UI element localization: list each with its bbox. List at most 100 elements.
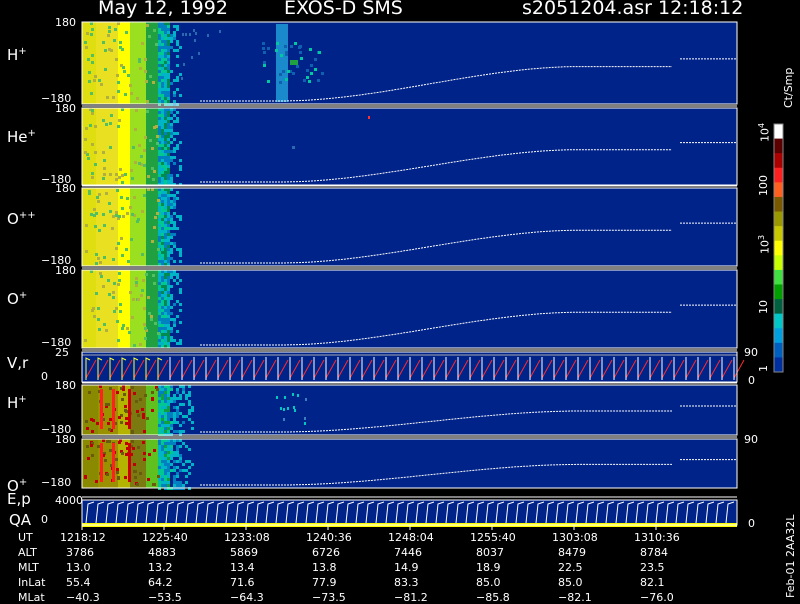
- ephemeris-value: 14.9: [394, 561, 419, 574]
- ephemeris-row-label: MLat: [18, 591, 45, 604]
- ephemeris-value: 8479: [558, 546, 586, 559]
- spectrogram-pixel: [167, 472, 170, 475]
- spectrogram-pixel: [161, 55, 164, 58]
- spectrogram-pixel: [170, 306, 173, 309]
- spectrogram-pixel: [188, 412, 191, 415]
- spectrogram-pixel: [161, 318, 164, 321]
- spectrogram-plot: [81, 21, 784, 530]
- spectrogram-pixel: [94, 75, 97, 78]
- spectrogram-pixel: [306, 69, 309, 72]
- spectrogram-pixel: [118, 119, 121, 122]
- spectrogram-pixel: [139, 67, 142, 70]
- spectrogram-pixel: [164, 64, 167, 67]
- spectrogram-pixel: [158, 129, 161, 132]
- spectrogram-pixel: [119, 46, 122, 49]
- spectrogram-pixel: [179, 481, 182, 484]
- spectrogram-pixel: [161, 330, 164, 333]
- spectrogram-pixel: [139, 343, 142, 346]
- spectrogram-pixel: [182, 463, 185, 466]
- spectrogram-pixel: [167, 469, 170, 472]
- spectrogram-pixel: [129, 291, 132, 294]
- spectrogram-pixel: [109, 122, 112, 125]
- spectrogram-pixel: [164, 481, 167, 484]
- spectrogram-pixel: [153, 29, 156, 32]
- spectrogram-pixel: [116, 471, 119, 474]
- spectrogram-pixel: [158, 88, 161, 91]
- spectrogram-pixel: [137, 446, 140, 449]
- spectrogram-pixel: [158, 315, 161, 318]
- spectrogram-pixel: [164, 162, 167, 165]
- spectrogram-pixel: [152, 274, 155, 277]
- panel-label-charge: +: [18, 290, 28, 301]
- spectrogram-pixel: [97, 257, 100, 260]
- spectrogram-pixel: [173, 162, 176, 165]
- spectrogram-pixel: [158, 484, 161, 487]
- spectrogram-pixel: [129, 206, 132, 209]
- spectrogram-pixel: [121, 398, 124, 401]
- colorbar-segment: [774, 124, 783, 140]
- spectrogram-pixel: [173, 318, 176, 321]
- spectrogram-pixel: [134, 128, 137, 131]
- spectrogram-pixel: [157, 199, 160, 202]
- spectrogram-pixel: [84, 138, 87, 141]
- spectrogram-pixel: [167, 242, 170, 245]
- spectrogram-pixel: [176, 300, 179, 303]
- spectrogram-pixel: [188, 460, 191, 463]
- spectrogram-pixel: [179, 291, 182, 294]
- spectrogram-pixel: [161, 472, 164, 475]
- spectrogram-pixel: [161, 85, 164, 88]
- spectrogram-pixel: [287, 407, 289, 410]
- spectrogram-pixel: [132, 146, 135, 149]
- y-tick-max: 180: [55, 102, 76, 115]
- spectrogram-pixel: [131, 177, 134, 180]
- spectrogram-pixel: [118, 215, 121, 218]
- spectrogram-pixel: [95, 253, 98, 256]
- spectrogram-pixel: [179, 342, 182, 345]
- spectrogram-pixel: [158, 76, 161, 79]
- spectrogram-pixel: [125, 248, 128, 251]
- spectrogram-pixel: [170, 318, 173, 321]
- spectrogram-pixel: [173, 227, 176, 230]
- spectrogram-pixel: [167, 312, 170, 315]
- spectrogram-pixel: [173, 394, 176, 397]
- spectrogram-pixel: [88, 391, 91, 394]
- spectrogram-pixel: [158, 79, 161, 82]
- spectrogram-pixel: [161, 475, 164, 478]
- spectrogram-pixel: [161, 315, 164, 318]
- spectrogram-pixel: [158, 64, 161, 67]
- spectrogram-pixel: [110, 114, 113, 117]
- spectrogram-pixel: [164, 165, 167, 168]
- spectrogram-pixel: [194, 39, 196, 42]
- spectrogram-pixel: [176, 421, 179, 424]
- spectrogram-pixel: [158, 34, 161, 37]
- ephemeris-value: 77.9: [312, 576, 337, 589]
- spectrogram-pixel: [158, 391, 161, 394]
- spectrogram-pixel: [191, 406, 194, 409]
- spectrogram-pixel: [115, 458, 118, 461]
- spectrogram-pixel: [176, 215, 179, 218]
- spectrogram-pixel: [116, 468, 119, 471]
- spectrogram-pixel: [161, 309, 164, 312]
- spectrogram-pixel: [131, 316, 134, 319]
- spectrogram-pixel: [93, 208, 96, 211]
- spectrogram-pixel: [85, 127, 88, 130]
- spectrogram-pixel: [91, 430, 94, 433]
- spectrogram-pixel: [161, 427, 164, 430]
- spectrogram-pixel: [161, 227, 164, 230]
- spectrogram-pixel: [176, 342, 179, 345]
- colorbar-segment: [774, 138, 783, 154]
- spectrogram-pixel: [134, 470, 137, 473]
- spectrogram-pixel: [90, 92, 93, 95]
- spectrogram-pixel: [164, 412, 167, 415]
- spectrogram-pixel: [158, 111, 161, 114]
- spectrogram-pixel: [167, 215, 170, 218]
- spectrogram-pixel: [290, 45, 293, 48]
- spectrogram-pixel: [167, 203, 170, 206]
- spectrogram-pixel: [290, 60, 298, 65]
- colorbar-segment: [774, 153, 783, 169]
- colorbar-segment: [774, 284, 783, 300]
- spectrogram-pixel: [164, 418, 167, 421]
- spectrogram-spike: [128, 389, 131, 429]
- ephemeris-value: 64.2: [148, 576, 173, 589]
- ephemeris-value: −82.1: [558, 591, 592, 604]
